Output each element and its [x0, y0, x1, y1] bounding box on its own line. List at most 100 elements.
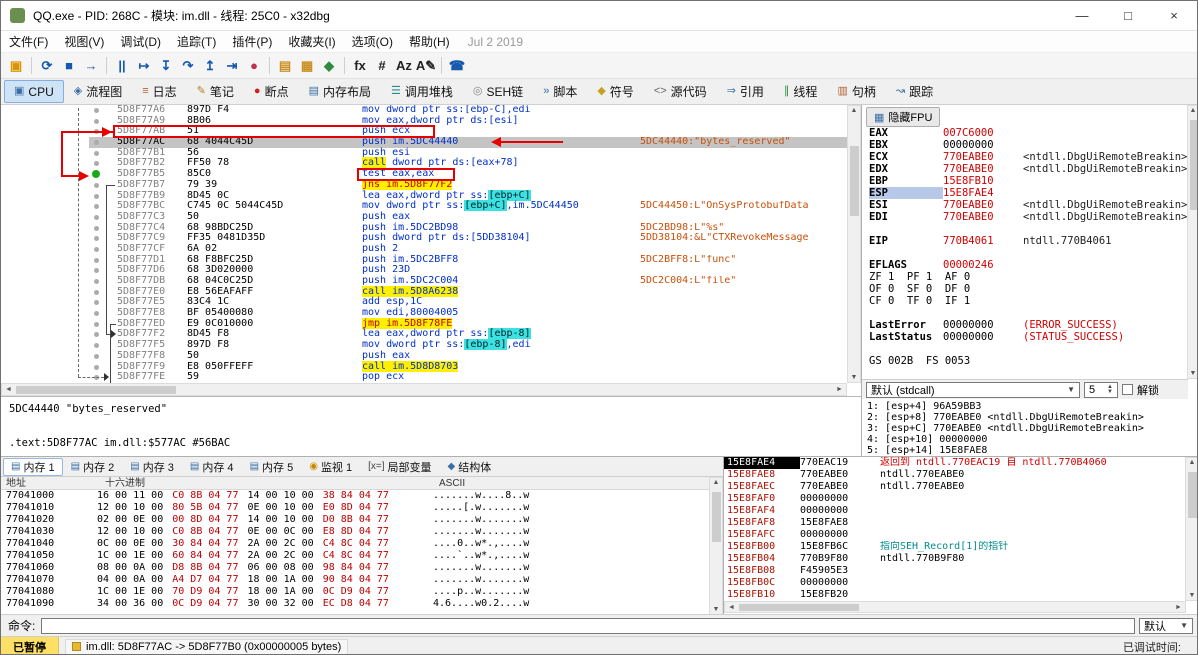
tab-locals[interactable]: [x=] 局部变量	[360, 458, 439, 476]
run-icon[interactable]: →	[80, 55, 102, 76]
minimize-button[interactable]: —	[1059, 1, 1105, 30]
register-esp[interactable]: ESP 15E8FAE4	[862, 187, 1188, 199]
tab-memory-4[interactable]: ▤ 内存 4	[182, 458, 242, 476]
bp-gutter-dot[interactable]	[93, 225, 99, 231]
dump-row[interactable]: 77041040 0C 00 0E 00 30 84 04 77 2A 00 2C 0…	[1, 538, 709, 550]
bp-gutter-dot[interactable]	[93, 289, 99, 295]
command-input[interactable]	[41, 617, 1135, 634]
menu-help[interactable]: 帮助(H)	[401, 31, 458, 52]
register-flags-row[interactable]: GS 002B FS 0053	[862, 355, 1188, 367]
register-ebx[interactable]: EBX 00000000	[862, 139, 1188, 151]
menu-view[interactable]: 视图(V)	[56, 31, 112, 52]
dump-row[interactable]: 77041020 02 00 0E 00 00 8D 04 77 14 00 10 0…	[1, 514, 709, 526]
tab-symbols[interactable]: ◆ 符号	[587, 80, 643, 103]
dump-row[interactable]: 77041090 34 00 36 00 0C D9 04 77 30 00 32 0…	[1, 598, 709, 610]
bp-gutter-dot[interactable]	[93, 353, 99, 359]
memory-dump-panel[interactable]: ▤ 内存 1 ▤ 内存 2 ▤ 内存 3 ▤ 内存 4 ▤ 内存 5 ◉ 监视 1 [x=] 局部变量 ◆ 结…	[1, 457, 723, 615]
menu-options[interactable]: 选项(O)	[344, 31, 401, 52]
stack-row[interactable]: 15E8FB04 770B9F80 ntdll.770B9F80	[724, 553, 1197, 565]
tab-source[interactable]: <> 源代码	[644, 80, 717, 103]
fx-icon[interactable]: fx	[349, 55, 371, 76]
menu-file[interactable]: 文件(F)	[1, 31, 56, 52]
stack-horizontal-scrollbar[interactable]: ◄ ►	[724, 601, 1186, 613]
tab-graph[interactable]: ◈ 流程图	[64, 80, 132, 103]
register-eip[interactable]: EIP 770B4061 ntdll.770B4061	[862, 235, 1188, 247]
stop-icon[interactable]: ■	[58, 55, 80, 76]
step-into-icon[interactable]: ↧	[155, 55, 177, 76]
annotate-icon[interactable]: A✎	[415, 55, 437, 76]
bp-gutter-dot[interactable]	[93, 300, 99, 306]
register-laststatus[interactable]: LastStatus 00000000 (STATUS_SUCCESS)	[862, 331, 1188, 343]
bp-gutter-dot[interactable]	[93, 236, 99, 242]
bp-gutter-dot[interactable]	[93, 279, 99, 284]
bp-gutter-dot[interactable]	[93, 364, 99, 370]
hide-fpu-button[interactable]: ▦ 隐藏FPU	[866, 107, 941, 127]
execute-till-return-icon[interactable]: ⇥	[221, 55, 243, 76]
tab-cpu[interactable]: ▣ CPU	[4, 80, 64, 103]
register-eflags[interactable]: EFLAGS 00000246	[862, 259, 1188, 271]
favourites-icon[interactable]: ◆	[318, 55, 340, 76]
tab-threads[interactable]: ∥ 线程	[774, 80, 828, 103]
menu-trace[interactable]: 追踪(T)	[169, 31, 224, 52]
call-argument[interactable]: 2: [esp+8] 770EABE0 <ntdll.DbgUiRemoteBr…	[862, 412, 1188, 423]
registers-vertical-scrollbar[interactable]: ▲ ▼	[1187, 105, 1197, 379]
breakpoint-icon[interactable]: ●	[243, 55, 265, 76]
stack-row[interactable]: 15E8FAFC 00000000	[724, 529, 1197, 541]
az-icon[interactable]: Az	[393, 55, 415, 76]
stack-row[interactable]: 15E8FAF4 00000000	[724, 505, 1197, 517]
register-edi[interactable]: EDI 770EABE0 <ntdll.DbgUiRemoteBreakin>	[862, 211, 1188, 223]
tab-notes[interactable]: ✎ 笔记	[187, 80, 244, 103]
disasm-row[interactable]: 5D8F77FE 59 pop ecx	[1, 371, 847, 383]
register-flags-row[interactable]: ZF 1 PF 1 AF 0	[862, 271, 1188, 283]
bp-gutter-dot[interactable]	[93, 332, 99, 338]
bp-gutter-dot[interactable]	[93, 161, 99, 167]
register-ecx[interactable]: ECX 770EABE0 <ntdll.DbgUiRemoteBreakin>	[862, 151, 1188, 163]
tab-references[interactable]: ⇒ 引用	[717, 80, 774, 103]
tab-handles[interactable]: ▥ 句柄	[827, 80, 885, 103]
bp-gutter-dot[interactable]	[93, 268, 99, 274]
command-syntax-select[interactable]: 默认 ▼	[1139, 617, 1193, 634]
bp-gutter-dot[interactable]	[93, 343, 99, 349]
stack-row[interactable]: 15E8FB08 F45905E3	[724, 565, 1197, 577]
calling-convention-select[interactable]: 默认 (stdcall) ▼	[866, 381, 1080, 398]
phone-icon[interactable]: ☎	[446, 55, 468, 76]
bp-gutter-dot[interactable]	[93, 246, 99, 252]
tab-memory-5[interactable]: ▤ 内存 5	[242, 458, 302, 476]
maximize-button[interactable]: □	[1105, 1, 1151, 30]
tab-breakpoints[interactable]: ● 断点	[244, 80, 299, 103]
registers-panel[interactable]: ▦ 隐藏FPU EAX 007C6000 EBX 00000000 ECX 770EABE…	[861, 105, 1197, 456]
patches-icon[interactable]: ▦	[296, 55, 318, 76]
register-edx[interactable]: EDX 770EABE0 <ntdll.DbgUiRemoteBreakin>	[862, 163, 1188, 175]
tab-trace[interactable]: ↝ 跟踪	[886, 80, 943, 103]
stack-row[interactable]: 15E8FAF8 15E8FAE8	[724, 517, 1197, 529]
tab-struct[interactable]: ◆ 结构体	[440, 458, 500, 476]
hash-icon[interactable]: #	[371, 55, 393, 76]
stack-row[interactable]: 15E8FB00 15E8FB6C 指向SEH_Record[1]的指针	[724, 541, 1197, 553]
menu-debug[interactable]: 调试(D)	[112, 31, 169, 52]
tab-memory-1[interactable]: ▤ 内存 1	[3, 457, 63, 476]
dump-row[interactable]: 77041060 08 00 0A 00 D8 8B 04 77 06 00 08 0…	[1, 562, 709, 574]
bp-gutter-dot[interactable]	[93, 108, 99, 113]
bp-gutter-dot[interactable]	[93, 321, 99, 327]
stack-row[interactable]: 15E8FB10 15E8FB20	[724, 589, 1197, 601]
call-argument[interactable]: 1: [esp+4] 96A59BB3	[862, 401, 1188, 412]
disassembly-horizontal-scrollbar[interactable]: ◄ ►	[1, 383, 847, 396]
breakpoint-dot[interactable]	[92, 170, 100, 179]
tab-memory-2[interactable]: ▤ 内存 2	[63, 458, 123, 476]
register-esi[interactable]: ESI 770EABE0 <ntdll.DbgUiRemoteBreakin>	[862, 199, 1188, 211]
disassembly-vertical-scrollbar[interactable]: ▲ ▼	[847, 105, 861, 383]
bp-gutter-dot[interactable]	[93, 204, 99, 210]
bp-gutter-dot[interactable]	[93, 257, 99, 263]
step-out-icon[interactable]: ↥	[199, 55, 221, 76]
dump-row[interactable]: 77041000 16 00 11 00 C0 8B 04 77 14 00 10 0…	[1, 490, 709, 502]
stack-row[interactable]: 15E8FAF0 00000000	[724, 493, 1197, 505]
bp-gutter-dot[interactable]	[93, 150, 99, 156]
menu-plugins[interactable]: 插件(P)	[224, 31, 280, 52]
tab-memory-map[interactable]: ▤ 内存布局	[299, 80, 381, 103]
dump-row[interactable]: 77041080 1C 00 1E 00 70 D9 04 77 18 00 1A 0…	[1, 586, 709, 598]
bp-gutter-dot[interactable]	[93, 182, 99, 188]
disasm-row[interactable]: 5D8F77F8 50 push eax	[1, 350, 847, 362]
dump-row[interactable]: 77041030 12 00 10 00 C0 8B 04 77 0E 00 0C 0…	[1, 526, 709, 538]
tab-call-stack[interactable]: ☰ 调用堆栈	[381, 80, 463, 103]
disassembly-panel[interactable]: 5D8F77A6 897D F4 mov dword ptr ss:[ebp-C],…	[1, 105, 861, 456]
